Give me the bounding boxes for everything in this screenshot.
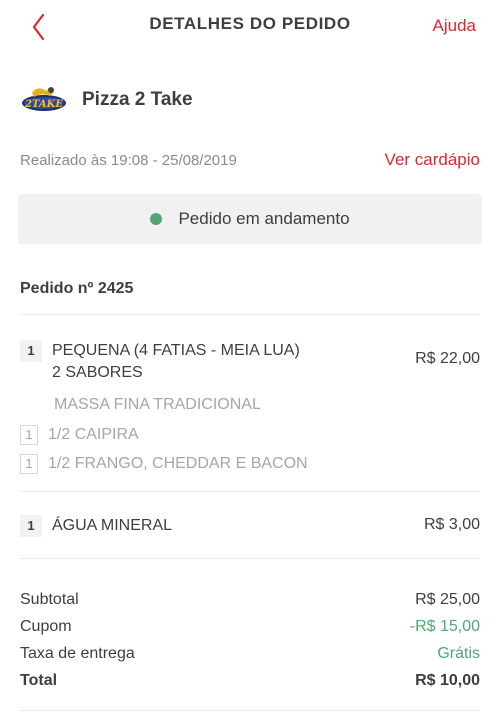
option-quantity: 1 [20,454,38,474]
delivery-fee-label: Taxa de entrega [20,644,135,662]
item-name: PEQUENA (4 FATIAS - MEIA LUA) 2 SABORES [52,340,300,384]
item-option: 1 1/2 FRANGO, CHEDDAR E BACON [20,454,308,474]
order-number: Pedido nº 2425 [20,280,134,297]
item-option: 1 1/2 CAIPIRA [20,425,139,445]
order-status-banner: Pedido em andamento [18,194,482,244]
status-text: Pedido em andamento [178,209,350,228]
order-meta: Realizado às 19:08 - 25/08/2019 Ver card… [20,150,480,170]
option-name: 1/2 FRANGO, CHEDDAR E BACON [48,455,308,472]
divider [20,710,480,711]
total-row: Total R$ 10,00 [20,667,480,694]
top-bar: DETALHES DO PEDIDO Ajuda [0,0,500,52]
divider [20,491,480,492]
svg-text:2TAKE: 2TAKE [24,99,63,110]
option-name: 1/2 CAIPIRA [48,426,139,443]
help-link[interactable]: Ajuda [433,16,476,36]
delivery-fee-row: Taxa de entrega Grátis [20,640,480,667]
delivery-fee-value: Grátis [437,644,480,662]
status-dot-icon [150,213,163,225]
item-price: R$ 22,00 [415,350,480,367]
option-quantity: 1 [20,425,38,445]
store-header[interactable]: 2TAKE Pizza 2 Take [20,80,193,120]
subtotal-row: Subtotal R$ 25,00 [20,586,480,613]
item-note: MASSA FINA TRADICIONAL [54,396,261,414]
item-name: ÁGUA MINERAL [52,517,173,534]
item-price: R$ 3,00 [423,516,480,533]
item-quantity: 1 [20,515,42,537]
subtotal-value: R$ 25,00 [415,590,480,608]
item-quantity: 1 [20,340,42,362]
coupon-row: Cupom -R$ 15,00 [20,613,480,640]
coupon-value: -R$ 15,00 [409,617,480,635]
order-placed-time: Realizado às 19:08 - 25/08/2019 [20,151,237,169]
item-name-line: PEQUENA (4 FATIAS - MEIA LUA) [52,342,300,359]
store-logo: 2TAKE [22,87,66,111]
divider [20,314,480,315]
item-name-line: 2 SABORES [52,364,143,381]
divider [20,558,480,559]
total-value: R$ 10,00 [415,671,480,689]
subtotal-label: Subtotal [20,590,79,608]
order-totals: Subtotal R$ 25,00 Cupom -R$ 15,00 Taxa d… [20,586,480,694]
coupon-label: Cupom [20,617,72,635]
total-label: Total [20,671,58,689]
store-name: Pizza 2 Take [82,89,193,110]
item-note-text: MASSA FINA TRADICIONAL [54,396,261,413]
view-menu-link[interactable]: Ver cardápio [385,150,480,170]
page-title: DETALHES DO PEDIDO [149,14,351,33]
